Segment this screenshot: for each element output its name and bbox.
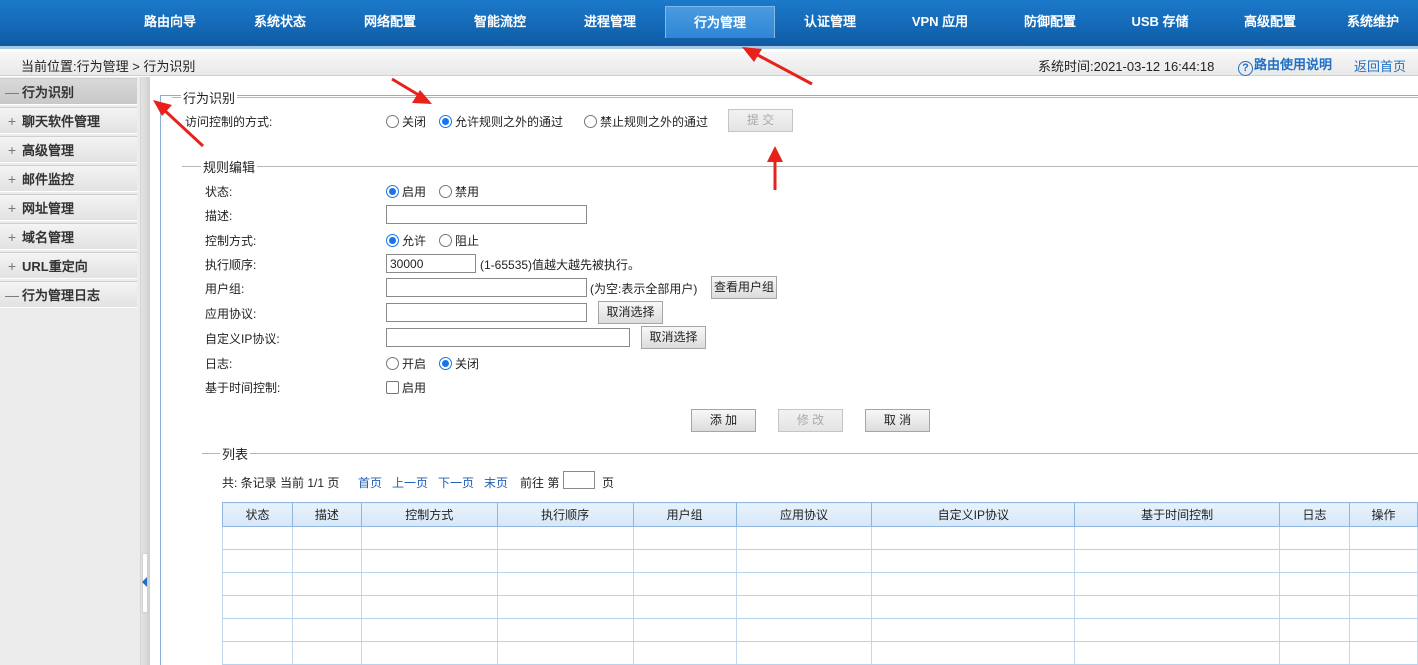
annotation-arrows [153,47,813,190]
annotation-arrow-submit [767,146,783,190]
annotation-arrow-nav [742,47,813,86]
annotation-arrow-sidebar [153,100,205,148]
annotation-arrow-radio [391,77,432,104]
